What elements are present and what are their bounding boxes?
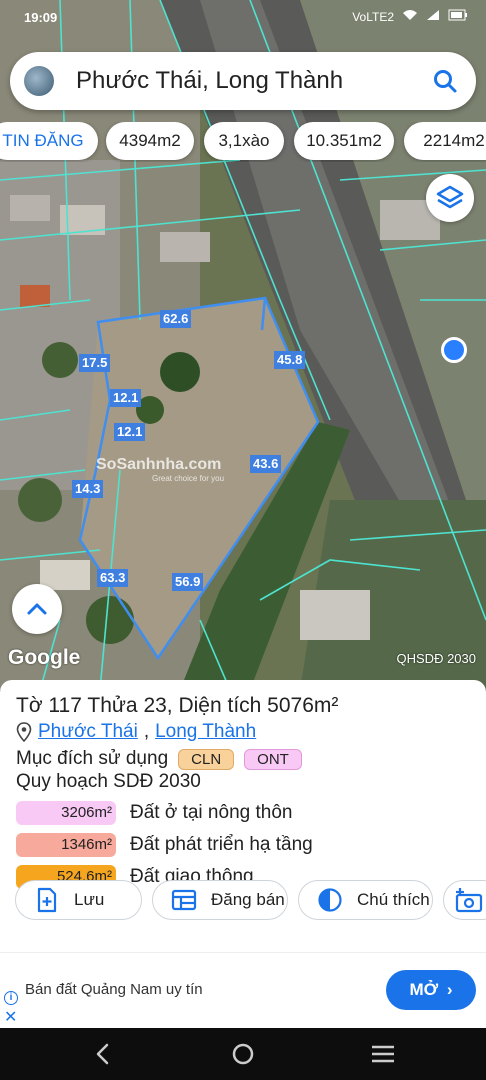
dimension-label: 45.8 bbox=[274, 351, 306, 369]
search-text[interactable]: Phước Thái, Long Thành bbox=[76, 67, 343, 95]
dimension-label: 63.3 bbox=[97, 569, 129, 587]
post-label: Đăng bán bbox=[211, 890, 285, 909]
dimension-label: 12.1 bbox=[110, 389, 142, 407]
chip-area-10351[interactable]: 10.351m2 bbox=[294, 122, 394, 160]
status-icons: VoLTE2 bbox=[352, 9, 468, 24]
layers-button[interactable] bbox=[426, 174, 474, 222]
close-icon[interactable]: ✕ bbox=[4, 1007, 17, 1027]
google-logo: Google bbox=[8, 646, 81, 669]
wifi-icon bbox=[402, 9, 418, 24]
legend-label: Đất ở tại nông thôn bbox=[130, 801, 293, 823]
home-icon[interactable] bbox=[230, 1042, 256, 1066]
search-icon[interactable] bbox=[432, 68, 458, 94]
chevron-up-icon bbox=[27, 603, 47, 615]
satellite-map[interactable]: 19:09 VoLTE2 Phước Thái, Long Thành TIN … bbox=[0, 0, 486, 690]
status-time: 19:09 bbox=[24, 10, 58, 25]
legend-button[interactable]: Chú thích bbox=[298, 880, 433, 920]
chip-3-1-xao[interactable]: 3,1xào bbox=[204, 122, 284, 160]
dimension-label: 43.6 bbox=[250, 455, 282, 473]
add-photo-button[interactable] bbox=[443, 880, 486, 920]
ad-open-button[interactable]: MỞ › bbox=[386, 970, 476, 1010]
legend-label: Chú thích bbox=[357, 890, 430, 909]
add-file-icon bbox=[37, 887, 57, 913]
screen: 19:09 VoLTE2 Phước Thái, Long Thành TIN … bbox=[0, 0, 486, 1080]
ad-banner[interactable]: i ✕ Bán đất Quảng Nam uy tín MỞ › bbox=[0, 952, 486, 1028]
tag-cln: CLN bbox=[178, 748, 235, 770]
collapse-panel-button[interactable] bbox=[12, 584, 62, 634]
status-bar: 19:09 VoLTE2 bbox=[0, 0, 486, 38]
tag-ont: ONT bbox=[244, 748, 302, 770]
table-icon bbox=[171, 889, 197, 911]
post-for-sale-button[interactable]: Đăng bán bbox=[152, 880, 288, 920]
watermark-sub: Great choice for you bbox=[152, 474, 225, 483]
avatar[interactable] bbox=[24, 66, 54, 96]
chip-tin-dang[interactable]: TIN ĐĂNG bbox=[0, 122, 98, 160]
legend-value: 3206m² bbox=[16, 800, 116, 825]
filter-chips: TIN ĐĂNG 4394m2 3,1xào 10.351m2 2214m2 bbox=[0, 122, 486, 162]
recent-apps-icon[interactable] bbox=[370, 1042, 396, 1066]
chip-area-2214[interactable]: 2214m2 bbox=[404, 122, 486, 160]
legend-row-residential: 3206m² Đất ở tại nông thôn bbox=[16, 800, 292, 825]
legend-value: 1346m² bbox=[16, 832, 116, 857]
location-pin-icon bbox=[16, 722, 32, 742]
contrast-icon bbox=[318, 888, 342, 912]
ad-open-label: MỞ bbox=[409, 980, 439, 999]
search-bar[interactable]: Phước Thái, Long Thành bbox=[10, 52, 476, 110]
chip-area-4394[interactable]: 4394m2 bbox=[106, 122, 194, 160]
info-icon[interactable]: i bbox=[4, 991, 18, 1005]
ward-link[interactable]: Phước Thái bbox=[38, 721, 138, 743]
system-nav-bar bbox=[0, 1028, 486, 1080]
purpose-label: Mục đích sử dụng bbox=[16, 748, 169, 769]
layers-icon bbox=[436, 185, 464, 209]
dimension-label: 56.9 bbox=[172, 573, 204, 591]
parcel-info-panel: Tờ 117 Thửa 23, Diện tích 5076m² Phước T… bbox=[0, 680, 486, 952]
dimension-label: 17.5 bbox=[79, 354, 111, 372]
location-separator: , bbox=[143, 721, 150, 742]
plan-layer-label: QHSDĐ 2030 bbox=[396, 651, 476, 666]
network-label: VoLTE2 bbox=[352, 9, 394, 24]
save-button[interactable]: Lưu bbox=[15, 880, 142, 920]
signal-icon bbox=[426, 9, 440, 24]
watermark: SoSanhnha.com Great choice for you bbox=[96, 456, 224, 483]
plan-title: Quy hoạch SDĐ 2030 bbox=[16, 771, 201, 792]
district-link[interactable]: Long Thành bbox=[155, 721, 256, 743]
back-icon[interactable] bbox=[90, 1042, 116, 1066]
legend-row-infrastructure: 1346m² Đất phát triển hạ tầng bbox=[16, 832, 313, 857]
land-use-purpose: Mục đích sử dụng CLN ONT bbox=[16, 748, 302, 770]
parcel-title: Tờ 117 Thửa 23, Diện tích 5076m² bbox=[16, 694, 339, 717]
save-label: Lưu bbox=[74, 890, 105, 909]
chevron-right-icon: › bbox=[446, 980, 453, 999]
legend-label: Đất phát triển hạ tầng bbox=[130, 833, 313, 855]
battery-icon bbox=[448, 9, 468, 24]
dimension-label: 62.6 bbox=[160, 310, 192, 328]
watermark-main: SoSanhnha.com bbox=[96, 456, 222, 473]
action-row: Lưu Đăng bán Chú thích bbox=[0, 880, 486, 924]
parcel-location: Phước Thái, Long Thành bbox=[16, 721, 256, 743]
dimension-label: 12.1 bbox=[114, 423, 146, 441]
add-photo-icon bbox=[455, 888, 483, 913]
my-location-dot bbox=[441, 337, 467, 363]
ad-text: Bán đất Quảng Nam uy tín bbox=[25, 981, 203, 998]
